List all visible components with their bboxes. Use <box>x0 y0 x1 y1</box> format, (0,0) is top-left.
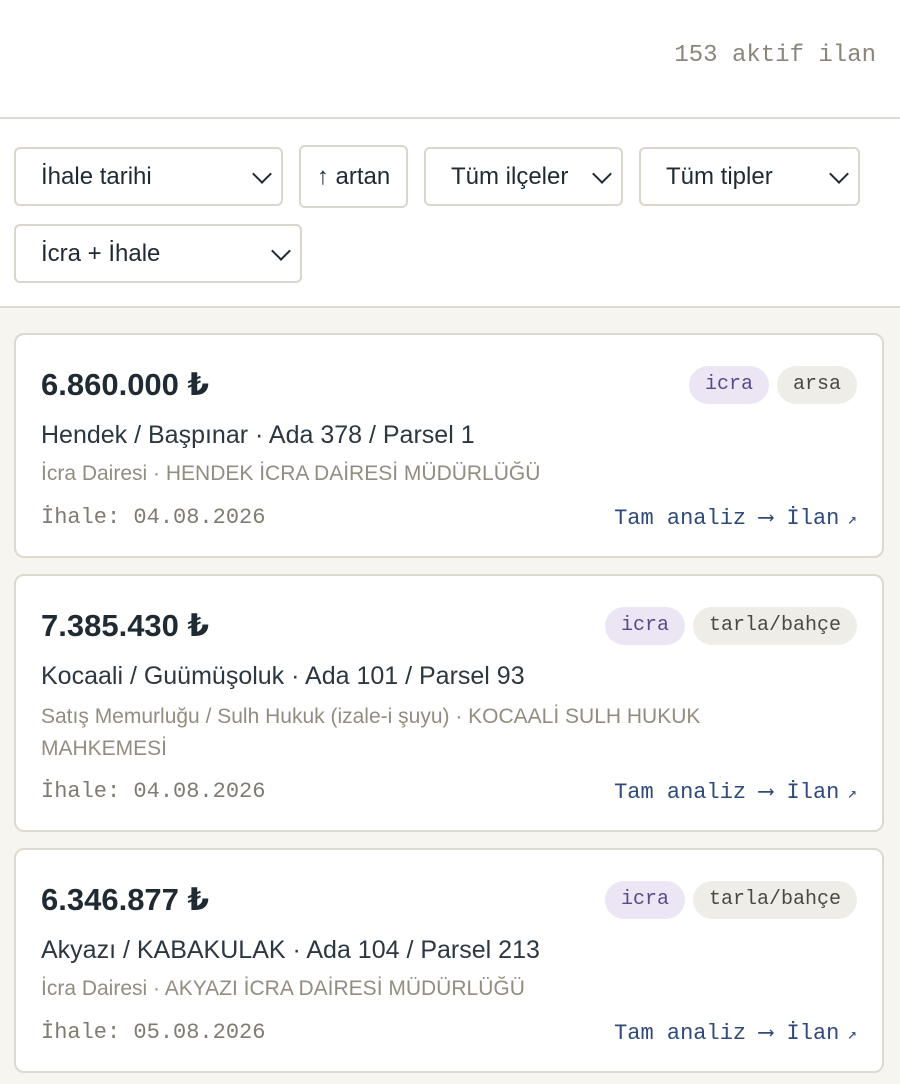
auction-date: İhale: 05.08.2026 <box>41 1020 266 1045</box>
source-value: İcra + İhale <box>41 239 161 267</box>
listing-link[interactable]: İlan ↗ <box>787 506 857 531</box>
chevron-down-icon <box>592 163 612 184</box>
listing-card[interactable]: 6.346.877 ₺ icra tarla/bahçe Akyazı / KA… <box>14 848 884 1073</box>
property-type-badge: arsa <box>776 366 857 404</box>
filter-bar: İhale tarihi ↑ artan Tüm ilçeler Tüm tip… <box>0 119 900 308</box>
listing-price: 6.346.877 ₺ <box>41 882 210 917</box>
chevron-down-icon <box>829 163 849 184</box>
chevron-down-icon <box>252 163 272 184</box>
listing-office: İcra Dairesi · AKYAZI İCRA DAİRESİ MÜDÜR… <box>41 977 525 1000</box>
listing-tags: icra arsa <box>688 366 857 404</box>
type-value: Tüm tipler <box>666 162 773 190</box>
listing-card[interactable]: 6.860.000 ₺ icra arsa Hendek / Başpınar … <box>14 333 884 558</box>
listing-location: Akyazı / KABAKULAK · Ada 104 / Parsel 21… <box>41 936 540 964</box>
listing-link-label: İlan <box>786 1020 840 1046</box>
listing-links: Tam analiz ⟶ İlan ↗ <box>614 505 857 532</box>
property-type-badge: tarla/bahçe <box>692 881 857 919</box>
external-link-icon: ↗ <box>847 510 857 529</box>
listing-tags: icra tarla/bahçe <box>604 607 857 645</box>
listing-location: Hendek / Başpınar · Ada 378 / Parsel 1 <box>41 421 475 449</box>
external-link-icon: ↗ <box>847 1025 857 1044</box>
listing-office: İcra Dairesi · HENDEK İCRA DAİRESİ MÜDÜR… <box>41 462 541 485</box>
sort-field-select[interactable]: İhale tarihi <box>14 147 283 206</box>
listing-link-label: İlan <box>786 779 840 805</box>
active-listing-count: 153 aktif ilan <box>674 42 876 69</box>
listing-links: Tam analiz ⟶ İlan ↗ <box>614 779 857 806</box>
sort-direction-button[interactable]: ↑ artan <box>299 145 408 208</box>
auction-date: İhale: 04.08.2026 <box>41 779 266 804</box>
listing-link[interactable]: İlan ↗ <box>787 1021 857 1046</box>
external-link-icon: ↗ <box>847 784 857 803</box>
property-type-badge: tarla/bahçe <box>692 607 857 645</box>
listing-link[interactable]: İlan ↗ <box>787 780 857 805</box>
listing-card[interactable]: 7.385.430 ₺ icra tarla/bahçe Kocaali / G… <box>14 574 884 832</box>
listing-location: Kocaali / Guümüşoluk · Ada 101 / Parsel … <box>41 662 525 690</box>
listing-link-label: İlan <box>786 505 840 531</box>
district-value: Tüm ilçeler <box>451 162 569 190</box>
district-select[interactable]: Tüm ilçeler <box>424 147 623 206</box>
listing-office: Satış Memurluğu / Sulh Hukuk (izale-i şu… <box>41 705 701 760</box>
chevron-down-icon <box>271 240 291 261</box>
auction-date: İhale: 04.08.2026 <box>41 505 266 530</box>
full-analysis-link[interactable]: Tam analiz ⟶ <box>614 505 772 531</box>
listing-price: 7.385.430 ₺ <box>41 608 210 643</box>
listing-tags: icra tarla/bahçe <box>604 881 857 919</box>
header-bar: 153 aktif ilan <box>0 0 900 119</box>
sort-field-value: İhale tarihi <box>41 162 152 190</box>
source-badge: icra <box>688 366 769 404</box>
full-analysis-link[interactable]: Tam analiz ⟶ <box>614 1020 772 1046</box>
source-badge: icra <box>604 607 685 645</box>
source-badge: icra <box>604 881 685 919</box>
sort-direction-label: ↑ artan <box>316 162 391 190</box>
listing-price: 6.860.000 ₺ <box>41 367 210 402</box>
type-select[interactable]: Tüm tipler <box>639 147 860 206</box>
listing-links: Tam analiz ⟶ İlan ↗ <box>614 1020 857 1047</box>
full-analysis-link[interactable]: Tam analiz ⟶ <box>614 779 772 805</box>
source-select[interactable]: İcra + İhale <box>14 224 302 283</box>
